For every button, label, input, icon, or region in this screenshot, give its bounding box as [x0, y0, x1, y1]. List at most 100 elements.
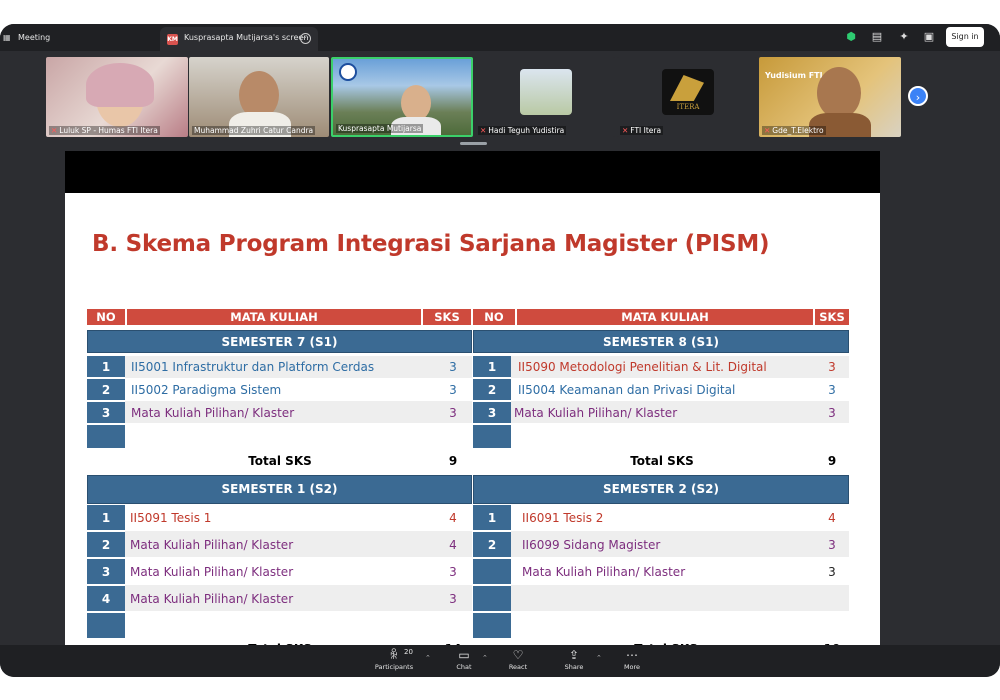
- shield-icon[interactable]: ⬢: [843, 29, 859, 45]
- row-number: 1: [87, 356, 125, 378]
- participant-avatar: [520, 69, 572, 115]
- row-number: [87, 613, 125, 639]
- row-number: [473, 425, 511, 449]
- mic-off-icon: ✕: [51, 126, 58, 135]
- total-sks-label: Total SKS: [630, 454, 694, 468]
- course-name: II5091 Tesis 1: [130, 511, 212, 525]
- itera-logo-text: ITERA: [676, 103, 700, 111]
- course-name: Mata Kuliah Pilihan/ Klaster: [522, 565, 686, 579]
- course-name: Mata Kuliah Pilihan/ Klaster: [130, 592, 294, 606]
- course-sks: 3: [449, 360, 457, 374]
- screen-share-tab-title: Kusprasapta Mutijarsa's screen: [184, 33, 309, 42]
- participants-count: 20: [404, 648, 413, 656]
- calendar-icon[interactable]: ▣: [921, 29, 937, 45]
- meeting-window: ▦ Meeting KM Kusprasapta Mutijarsa's scr…: [0, 24, 1000, 677]
- row-number: 1: [87, 505, 125, 531]
- university-logo: [339, 63, 357, 81]
- row-number: 2: [87, 379, 125, 401]
- course-name: Mata Kuliah Pilihan/ Klaster: [131, 406, 295, 420]
- more-dots-icon: ⋯: [626, 648, 638, 662]
- course-sks: 3: [828, 565, 836, 579]
- total-sks-value: 9: [827, 454, 837, 468]
- shared-slide: B. Skema Program Integrasi Sarjana Magis…: [65, 151, 880, 645]
- course-name: Mata Kuliah Pilihan/ Klaster: [514, 406, 678, 420]
- next-participants-button[interactable]: ›: [908, 86, 928, 106]
- meeting-toolbar: ꆜ Participants 20 ⌃ ▭ Chat ⌃ ♡ React ⇪ S…: [0, 645, 1000, 677]
- semester-header: SEMESTER 2 (S2): [473, 475, 849, 504]
- course-sks: 3: [828, 406, 836, 420]
- participant-tile-active[interactable]: Kusprasapta Mutijarsa: [331, 57, 473, 137]
- row-number: [473, 559, 511, 585]
- participant-name: Muhammad Zuhri Catur Candra: [192, 126, 316, 135]
- row-number: 2: [473, 379, 511, 401]
- course-sks: 3: [828, 538, 836, 552]
- row-number: 2: [87, 532, 125, 558]
- participant-tile[interactable]: Yudisium FTI ✕ Gde_T.Elektro: [759, 57, 901, 137]
- total-sks-value: 9: [448, 454, 458, 468]
- chevron-up-icon[interactable]: ⌃: [596, 654, 602, 662]
- participant-tile[interactable]: ✕ Luluk SP - Humas FTI Itera: [46, 57, 188, 137]
- strip-resize-handle[interactable]: [460, 142, 487, 145]
- virtual-background-text: Yudisium FTI: [765, 71, 823, 80]
- notes-icon[interactable]: ▤: [869, 29, 885, 45]
- row-number: [473, 586, 511, 612]
- presenter-badge: KM: [167, 34, 178, 45]
- course-sks: 3: [449, 592, 457, 606]
- mic-off-icon: ✕: [480, 126, 487, 135]
- row-number: 3: [87, 559, 125, 585]
- row-number: 3: [87, 402, 125, 424]
- mic-off-icon: ✕: [622, 126, 629, 135]
- header-no: NO: [473, 309, 515, 325]
- chevron-up-icon[interactable]: ⌃: [425, 654, 431, 662]
- participant-name: ✕ Hadi Teguh Yudistira: [478, 126, 567, 135]
- participant-tile[interactable]: ITERA ✕ FTI Itera: [617, 57, 757, 137]
- header-sks: SKS: [423, 309, 471, 325]
- participant-tile[interactable]: Muhammad Zuhri Catur Candra: [189, 57, 329, 137]
- itera-logo: ITERA: [662, 69, 714, 115]
- participant-tile[interactable]: ✕ Hadi Teguh Yudistira: [475, 57, 615, 137]
- semester-header: SEMESTER 7 (S1): [87, 330, 472, 353]
- course-sks: 3: [449, 383, 457, 397]
- screen-share-tab[interactable]: KM Kusprasapta Mutijarsa's screen ···: [160, 27, 318, 51]
- header-mata-kuliah: MATA KULIAH: [517, 309, 813, 325]
- share-label: Share: [564, 663, 584, 671]
- course-sks: 3: [828, 360, 836, 374]
- participant-video: [86, 63, 154, 107]
- react-button[interactable]: ♡ React: [491, 648, 545, 671]
- row-number: 2: [473, 532, 511, 558]
- app-grid-icon[interactable]: ▦: [3, 33, 12, 42]
- header-sks: SKS: [815, 309, 849, 325]
- course-name: II6099 Sidang Magister: [522, 538, 661, 552]
- mic-off-icon: ✕: [764, 126, 771, 135]
- course-name: Mata Kuliah Pilihan/ Klaster: [130, 538, 294, 552]
- sign-in-button[interactable]: Sign in: [946, 27, 984, 47]
- more-button[interactable]: ⋯ More: [605, 648, 659, 671]
- course-sks: 4: [449, 511, 457, 525]
- course-name: II5002 Paradigma Sistem: [131, 383, 282, 397]
- row-number: [473, 613, 511, 639]
- share-button[interactable]: ⇪ Share: [547, 648, 601, 671]
- row-number: 1: [473, 505, 511, 531]
- semester-header: SEMESTER 8 (S1): [473, 330, 849, 353]
- semester-header: SEMESTER 1 (S2): [87, 475, 472, 504]
- header-no: NO: [87, 309, 125, 325]
- course-sks: 3: [449, 565, 457, 579]
- more-label: More: [623, 663, 641, 671]
- row-number: [87, 425, 125, 449]
- total-sks-label: Total SKS: [248, 454, 312, 468]
- row-number: 1: [473, 356, 511, 378]
- slide-black-bar: [65, 151, 880, 193]
- sparkle-icon[interactable]: ✦: [896, 29, 912, 45]
- course-sks: 4: [449, 538, 457, 552]
- course-name: II5090 Metodologi Penelitian & Lit. Digi…: [518, 360, 767, 374]
- course-name: Mata Kuliah Pilihan/ Klaster: [130, 565, 294, 579]
- course-sks: 3: [449, 406, 457, 420]
- course-sks: 3: [828, 383, 836, 397]
- chevron-up-icon[interactable]: ⌃: [482, 654, 488, 662]
- share-screen-icon: ⇪: [568, 648, 580, 662]
- participant-video: [401, 85, 431, 121]
- participant-name: ✕ FTI Itera: [620, 126, 664, 135]
- more-options-icon[interactable]: ···: [300, 33, 311, 44]
- title-bar: ▦ Meeting KM Kusprasapta Mutijarsa's scr…: [0, 24, 1000, 51]
- row-number: 4: [87, 586, 125, 612]
